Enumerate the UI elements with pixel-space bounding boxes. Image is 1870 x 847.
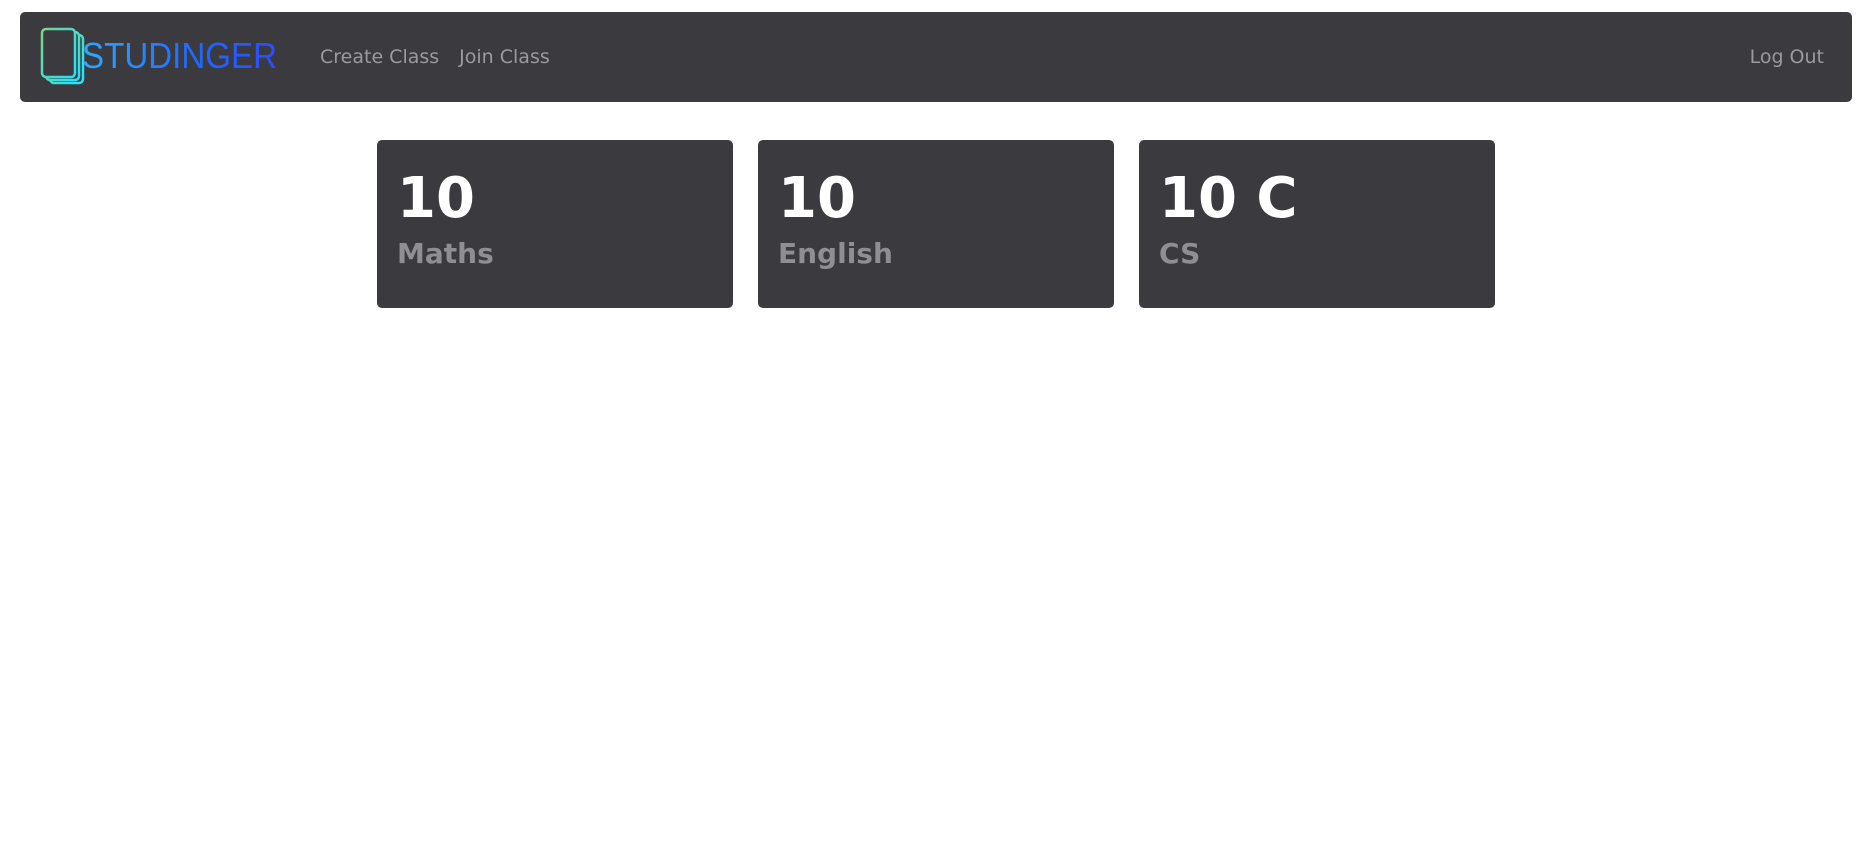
class-card[interactable]: 10 C CS xyxy=(1139,140,1495,308)
log-out-link[interactable]: Log Out xyxy=(1750,12,1824,102)
class-card-subject: Maths xyxy=(397,236,494,270)
nav-links: Create Class Join Class xyxy=(320,12,550,102)
class-card[interactable]: 10 Maths xyxy=(377,140,733,308)
class-card-grade: 10 xyxy=(397,166,475,231)
class-card-subject: CS xyxy=(1159,236,1201,270)
class-card-grade: 10 xyxy=(778,166,856,231)
class-card[interactable]: 10 English xyxy=(758,140,1114,308)
brand-name: STUDINGER xyxy=(82,26,277,86)
stacked-cards-logo-icon xyxy=(40,27,85,85)
class-card-list: 10 Maths 10 English 10 C CS xyxy=(377,140,1495,308)
brand-logo[interactable]: STUDINGER xyxy=(40,26,294,86)
class-card-grade: 10 C xyxy=(1159,166,1298,231)
top-navbar: STUDINGER Create Class Join Class Log Ou… xyxy=(20,12,1852,102)
create-class-link[interactable]: Create Class xyxy=(320,46,439,68)
class-card-subject: English xyxy=(778,236,893,270)
join-class-link[interactable]: Join Class xyxy=(459,46,550,68)
